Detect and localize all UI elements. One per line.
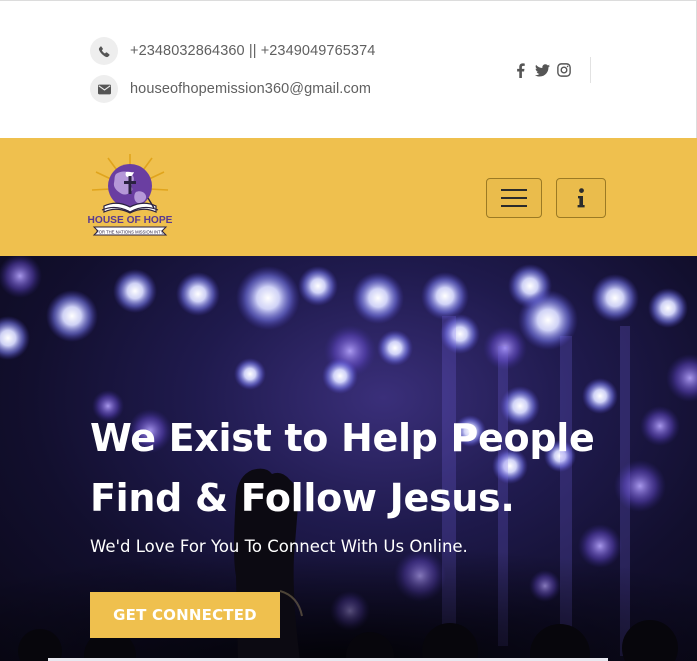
- hero-heading: We Exist to Help People Find & Follow Je…: [90, 408, 650, 528]
- email-contact[interactable]: houseofhopemission360@gmail.com: [90, 75, 371, 103]
- site-logo[interactable]: HOUSE OF HOPE FOR THE NATIONS MISSION IN…: [86, 152, 174, 244]
- email-address: houseofhopemission360@gmail.com: [130, 81, 372, 97]
- main-navbar: HOUSE OF HOPE FOR THE NATIONS MISSION IN…: [0, 138, 697, 256]
- get-connected-button[interactable]: GET CONNECTED: [90, 592, 280, 638]
- contact-bar: +2348032864360 || +2349049765374 houseof…: [0, 0, 697, 138]
- logo-title: HOUSE OF HOPE: [88, 215, 173, 226]
- social-divider: [590, 57, 591, 83]
- hamburger-icon: [501, 189, 527, 207]
- hero-heading-line2: Find & Follow Jesus.: [90, 476, 515, 520]
- info-icon: [577, 188, 585, 208]
- twitter-icon[interactable]: [532, 60, 552, 80]
- envelope-icon: [90, 75, 118, 103]
- hero-section: We Exist to Help People Find & Follow Je…: [0, 256, 697, 661]
- social-links: [510, 60, 576, 80]
- phone-contact[interactable]: +2348032864360 || +2349049765374: [90, 37, 375, 65]
- logo-subtitle: FOR THE NATIONS MISSION INT'L: [96, 230, 164, 235]
- info-button[interactable]: [556, 178, 606, 218]
- phone-icon: [90, 37, 118, 65]
- hero-heading-line1: We Exist to Help People: [90, 416, 595, 460]
- menu-toggle-button[interactable]: [486, 178, 542, 218]
- hero-subtitle: We'd Love For You To Connect With Us Onl…: [90, 537, 468, 556]
- instagram-icon[interactable]: [554, 60, 574, 80]
- facebook-icon[interactable]: [510, 60, 530, 80]
- phone-numbers: +2348032864360 || +2349049765374: [130, 43, 376, 59]
